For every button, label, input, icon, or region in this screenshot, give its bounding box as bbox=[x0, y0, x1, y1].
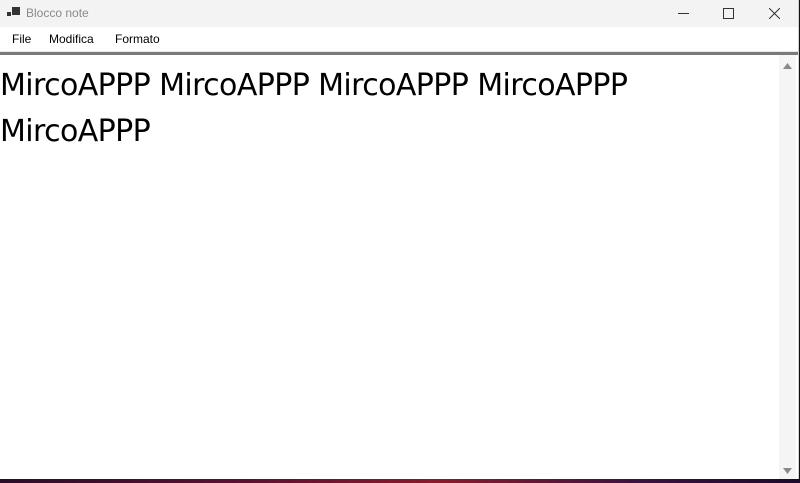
title-bar[interactable]: Blocco note bbox=[0, 0, 798, 27]
scroll-down-arrow-icon[interactable] bbox=[779, 464, 796, 478]
editor-text-content[interactable]: MircoAPPP MircoAPPP MircoAPPP MircoAPPP … bbox=[0, 63, 760, 155]
text-editor-area[interactable]: MircoAPPP MircoAPPP MircoAPPP MircoAPPP … bbox=[0, 52, 798, 479]
minimize-button[interactable] bbox=[660, 0, 706, 27]
scroll-up-arrow-icon[interactable] bbox=[779, 59, 796, 73]
maximize-icon bbox=[722, 8, 734, 19]
notepad-window: Blocco note File Modifica Formato MircoA… bbox=[0, 0, 799, 479]
close-icon bbox=[768, 8, 780, 19]
notepad-app-icon[interactable] bbox=[7, 6, 20, 18]
window-title: Blocco note bbox=[26, 6, 89, 20]
maximize-button[interactable] bbox=[705, 0, 751, 27]
minimize-icon bbox=[677, 8, 689, 19]
menu-file[interactable]: File bbox=[12, 32, 31, 46]
close-button[interactable] bbox=[751, 0, 797, 27]
menu-modifica[interactable]: Modifica bbox=[49, 32, 94, 46]
menu-formato[interactable]: Formato bbox=[115, 32, 160, 46]
vertical-scrollbar[interactable] bbox=[779, 55, 796, 479]
menu-bar: File Modifica Formato bbox=[0, 27, 798, 52]
